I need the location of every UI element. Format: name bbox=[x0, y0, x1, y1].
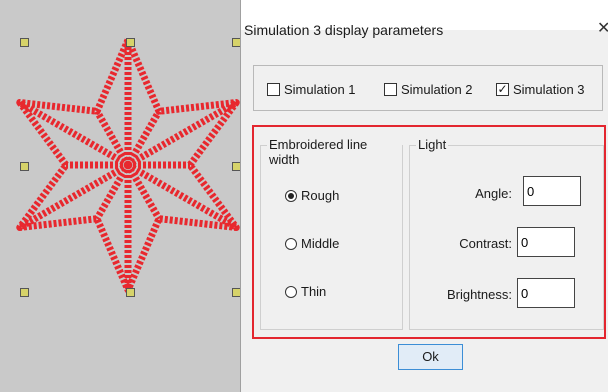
checkbox-box[interactable] bbox=[384, 82, 397, 96]
radio-button[interactable] bbox=[285, 189, 297, 202]
selection-handle-bm[interactable] bbox=[126, 288, 135, 297]
simulation-1-label: Simulation 1 bbox=[284, 81, 356, 97]
light-group-label: Light bbox=[416, 137, 449, 152]
dialog-title: Simulation 3 display parameters bbox=[244, 22, 444, 38]
checkbox-box[interactable]: ✓ bbox=[496, 82, 509, 96]
design-canvas[interactable] bbox=[0, 0, 241, 392]
radio-rough[interactable]: Rough bbox=[285, 188, 339, 203]
dialog-titlebar[interactable]: Simulation 3 display parameters ✕ bbox=[241, 0, 608, 38]
checkbox-box[interactable] bbox=[267, 82, 280, 96]
simulation-selector: Simulation 1 Simulation 2 ✓ Simulation 3 bbox=[253, 65, 603, 111]
simulation-1-checkbox[interactable]: Simulation 1 bbox=[267, 80, 356, 98]
radio-button[interactable] bbox=[285, 237, 297, 250]
radio-rough-label: Rough bbox=[301, 188, 340, 203]
simulation-2-label: Simulation 2 bbox=[401, 81, 473, 97]
embroidery-star-design[interactable] bbox=[0, 0, 240, 392]
line-width-group: Embroidered line width Rough Middle Thin bbox=[260, 137, 403, 330]
angle-label: Angle: bbox=[475, 186, 512, 201]
close-icon[interactable]: ✕ bbox=[597, 22, 608, 36]
radio-middle-label: Middle bbox=[301, 236, 340, 251]
selection-handle-bl[interactable] bbox=[20, 288, 29, 297]
light-group: Light Angle: Contrast: Brightness: bbox=[409, 137, 604, 330]
ok-button[interactable]: Ok bbox=[398, 344, 463, 370]
parameters-highlight-frame: Embroidered line width Rough Middle Thin… bbox=[252, 125, 606, 339]
brightness-label: Brightness: bbox=[446, 287, 512, 302]
line-width-group-label: Embroidered line width bbox=[267, 137, 402, 167]
contrast-input[interactable] bbox=[517, 227, 575, 257]
angle-input[interactable] bbox=[523, 176, 581, 206]
brightness-input[interactable] bbox=[517, 278, 575, 308]
simulation-3-checkbox[interactable]: ✓ Simulation 3 bbox=[496, 80, 585, 98]
contrast-label: Contrast: bbox=[459, 236, 512, 251]
radio-thin[interactable]: Thin bbox=[285, 284, 326, 299]
selection-handle-ml[interactable] bbox=[20, 162, 29, 171]
display-parameters-dialog: Simulation 3 display parameters ✕ Simula… bbox=[240, 0, 608, 392]
simulation-2-checkbox[interactable]: Simulation 2 bbox=[384, 80, 473, 98]
selection-handle-tm[interactable] bbox=[126, 38, 135, 47]
radio-thin-label: Thin bbox=[301, 284, 327, 299]
simulation-3-label: Simulation 3 bbox=[513, 81, 585, 97]
radio-middle[interactable]: Middle bbox=[285, 236, 339, 251]
radio-button[interactable] bbox=[285, 285, 297, 298]
selection-handle-tl[interactable] bbox=[20, 38, 29, 47]
